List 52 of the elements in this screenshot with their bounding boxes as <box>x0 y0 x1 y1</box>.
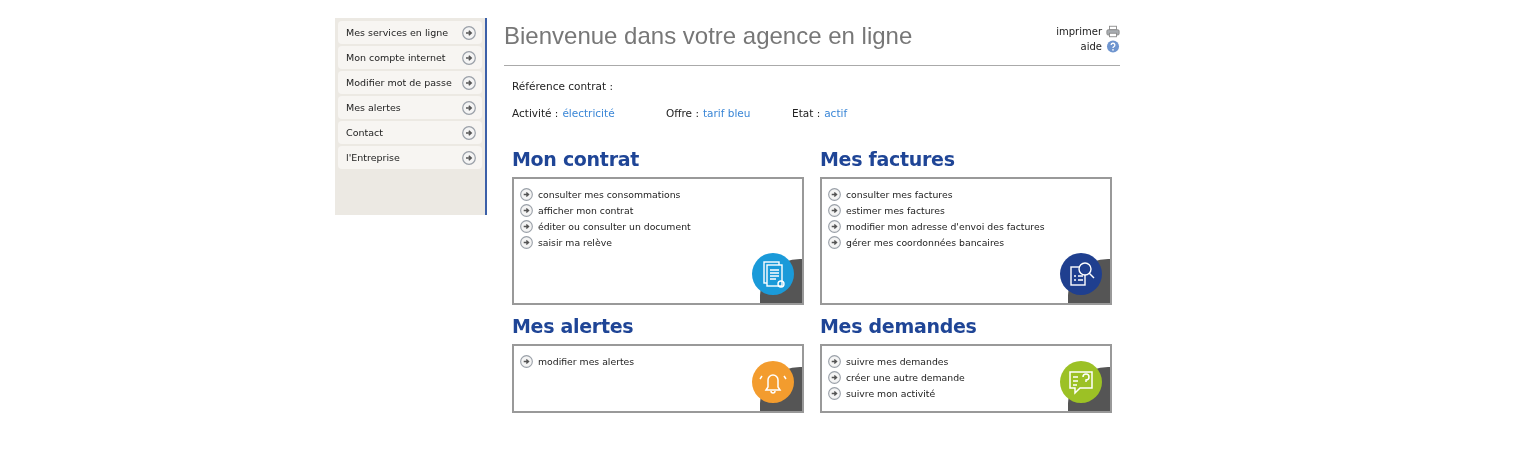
arrow-circle-icon <box>462 125 476 140</box>
section-link[interactable]: consulter mes factures <box>828 186 953 202</box>
section-link[interactable]: saisir ma relève <box>520 234 612 250</box>
help-icon[interactable] <box>1106 40 1120 53</box>
sidebar-item[interactable]: Mes alertes <box>338 96 482 119</box>
section-heading: Mes factures <box>820 148 956 172</box>
arrow-circle-icon <box>828 203 841 217</box>
arrow-circle-icon <box>520 219 533 233</box>
section-link[interactable]: modifier mon adresse d'envoi des factures <box>828 218 1045 234</box>
section-link[interactable]: suivre mes demandes <box>828 353 949 369</box>
sidebar-item[interactable]: Modifier mot de passe <box>338 71 482 94</box>
section-link[interactable]: estimer mes factures <box>828 202 945 218</box>
arrow-circle-icon <box>828 354 841 368</box>
field-label: Activité : <box>512 107 559 119</box>
section-link[interactable]: modifier mes alertes <box>520 353 635 369</box>
field-value: actif <box>824 107 848 119</box>
arrow-circle-icon <box>828 219 841 233</box>
section-link[interactable]: éditer ou consulter un document <box>520 218 691 234</box>
section-link[interactable]: gérer mes coordonnées bancaires <box>828 234 1005 250</box>
arrow-circle-icon <box>462 150 476 165</box>
arrow-circle-icon <box>520 187 533 201</box>
section-heading: Mes demandes <box>820 315 978 339</box>
sidebar-item[interactable]: Mon compte internet <box>338 46 482 69</box>
section-link[interactable]: afficher mon contrat <box>520 202 634 218</box>
arrow-circle-icon <box>520 354 533 368</box>
arrow-circle-icon <box>828 235 841 249</box>
section-heading: Mes alertes <box>512 315 635 339</box>
field-value: électricité <box>562 107 615 119</box>
arrow-circle-icon <box>828 370 841 384</box>
field-label: Offre : <box>666 107 699 119</box>
arrow-circle-icon <box>828 187 841 201</box>
arrow-circle-icon <box>462 50 476 65</box>
arrow-circle-icon <box>462 25 476 40</box>
printer-icon[interactable] <box>1106 25 1120 38</box>
section-link[interactable]: créer une autre demande <box>828 369 965 385</box>
sidebar-item[interactable]: Contact <box>338 121 482 144</box>
page-title: Bienvenue dans votre agence en ligne <box>504 22 913 51</box>
print-link[interactable]: imprimer <box>1056 26 1102 37</box>
sidebar-item[interactable]: l'Entreprise <box>338 146 482 169</box>
contract-reference-label: Référence contrat : <box>512 80 613 92</box>
arrow-circle-icon <box>520 235 533 249</box>
section-link[interactable]: suivre mon activité <box>828 385 936 401</box>
help-link[interactable]: aide <box>1080 41 1102 52</box>
section-heading: Mon contrat <box>512 148 640 172</box>
field-value: tarif bleu <box>702 107 751 119</box>
arrow-circle-icon <box>462 75 476 90</box>
arrow-circle-icon <box>828 386 841 400</box>
arrow-circle-icon <box>462 100 476 115</box>
arrow-circle-icon <box>520 203 533 217</box>
sidebar-item[interactable]: Mes services en ligne <box>338 21 482 44</box>
field-label: Etat : <box>792 107 821 119</box>
section-link[interactable]: consulter mes consommations <box>520 186 681 202</box>
